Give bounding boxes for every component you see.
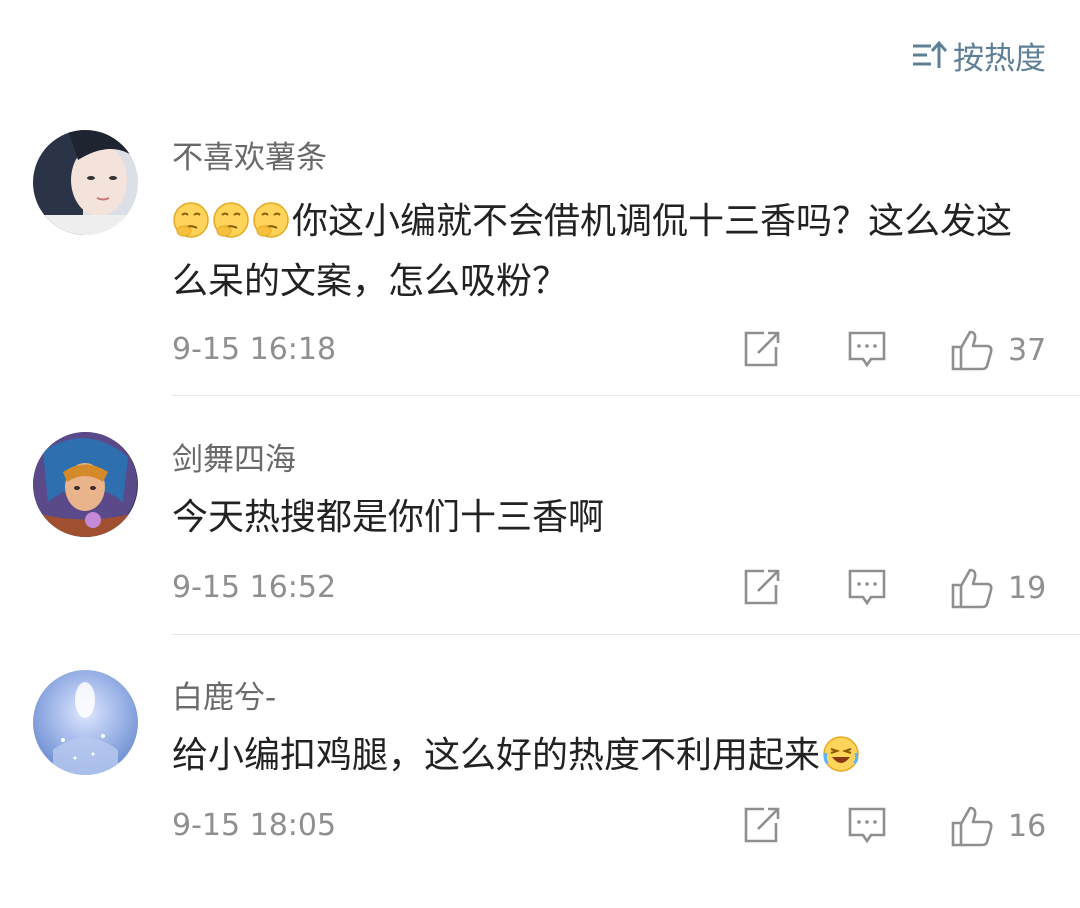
thinking-emoji	[172, 201, 210, 239]
username[interactable]: 不喜欢薯条	[172, 132, 327, 177]
like-count: 19	[1008, 571, 1047, 606]
thumbs-up-icon	[951, 568, 993, 609]
like-button[interactable]: 19	[950, 567, 1046, 611]
sort-icon	[911, 40, 947, 70]
thinking-emoji	[252, 201, 290, 239]
comment-meta: 9-15 16:18 37	[172, 325, 1047, 375]
avatar[interactable]	[33, 130, 138, 235]
like-count: 16	[1008, 809, 1047, 844]
comment-item: 白鹿兮- 给小编扣鸡腿，这么好的热度不利用起来 9-15 18:05 16	[0, 670, 1080, 908]
share-button[interactable]	[742, 329, 782, 369]
comment-body: 今天热搜都是你们十三香啊	[172, 497, 605, 538]
like-count: 37	[1008, 333, 1047, 368]
comment-item: 不喜欢薯条 你这小编就不会借机调侃十三香吗？这么发这么呆的文案，怎么吸粉？ 9-…	[0, 130, 1080, 371]
comment-time: 9-15 16:18	[172, 332, 337, 367]
comment-time: 9-15 16:52	[172, 570, 337, 605]
comment-meta: 9-15 18:05 16	[172, 801, 1047, 851]
username[interactable]: 剑舞四海	[172, 434, 296, 479]
avatar[interactable]	[33, 432, 138, 537]
sort-by-hot-button[interactable]: 按热度	[911, 30, 1046, 80]
like-button[interactable]: 16	[950, 805, 1046, 849]
comment-meta: 9-15 16:52 19	[172, 563, 1047, 613]
comment-icon	[848, 331, 886, 368]
share-icon	[744, 569, 780, 605]
comment-body: 给小编扣鸡腿，这么好的热度不利用起来	[172, 735, 821, 776]
thumbs-up-icon	[951, 330, 993, 371]
share-button[interactable]	[742, 567, 782, 607]
reply-button[interactable]	[847, 329, 887, 369]
share-button[interactable]	[742, 805, 782, 845]
comment-text: 今天热搜都是你们十三香啊	[172, 488, 1042, 548]
share-icon	[744, 331, 780, 367]
username[interactable]: 白鹿兮-	[172, 672, 276, 717]
reply-button[interactable]	[847, 567, 887, 607]
comment-body: 你这小编就不会借机调侃十三香吗？这么发这么呆的文案，怎么吸粉？	[172, 201, 1013, 302]
divider	[172, 634, 1080, 635]
divider	[172, 395, 1080, 396]
share-icon	[744, 807, 780, 843]
comment-icon	[848, 569, 886, 606]
avatar[interactable]	[33, 670, 138, 775]
like-button[interactable]: 37	[950, 329, 1046, 373]
comment-time: 9-15 18:05	[172, 808, 337, 843]
comment-text: 给小编扣鸡腿，这么好的热度不利用起来	[172, 726, 1042, 786]
comment-icon	[848, 807, 886, 844]
comment-text: 你这小编就不会借机调侃十三香吗？这么发这么呆的文案，怎么吸粉？	[172, 192, 1042, 312]
laugh-cry-emoji	[822, 735, 860, 773]
thinking-emoji	[212, 201, 250, 239]
thumbs-up-icon	[951, 806, 993, 847]
sort-label: 按热度	[953, 40, 1046, 77]
reply-button[interactable]	[847, 805, 887, 845]
